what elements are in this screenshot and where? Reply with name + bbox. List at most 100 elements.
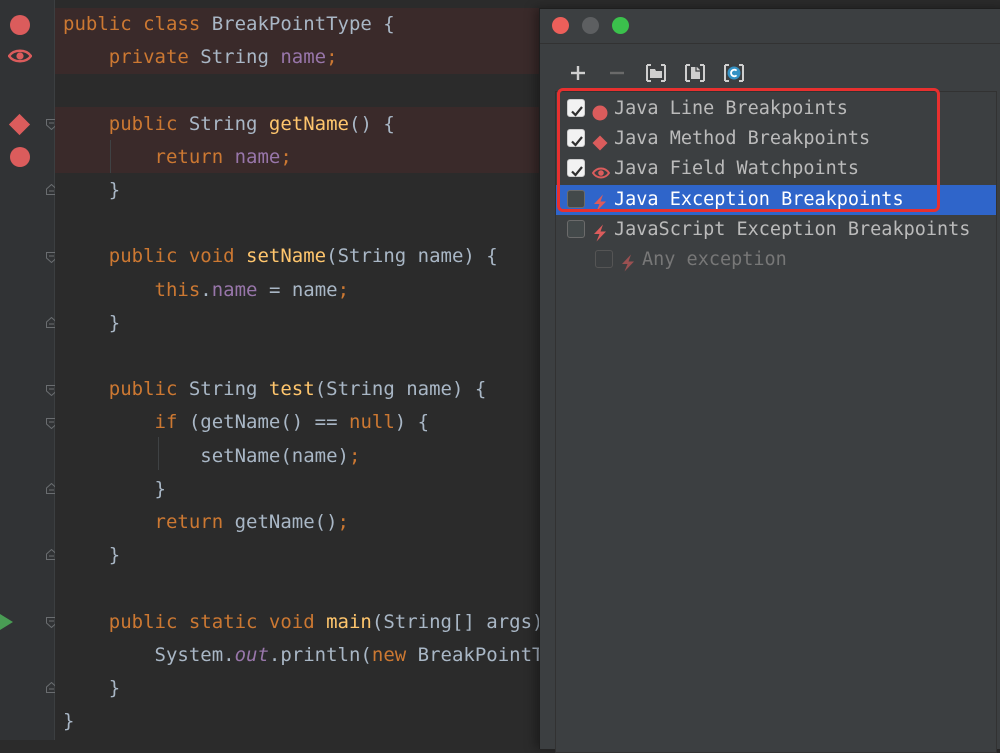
code-token: ; [348, 444, 361, 467]
dialog-toolbar [540, 55, 1000, 91]
code-token: public [108, 112, 189, 135]
code-token: ; [326, 46, 338, 69]
code-editor[interactable]: public class BreakPointType { private St… [55, 0, 540, 740]
code-token: main [326, 610, 372, 633]
code-token: } [63, 179, 121, 201]
code-token: public void [108, 245, 247, 268]
code-line[interactable]: public class BreakPointType { [63, 8, 395, 41]
code-token: BreakPointType { [211, 13, 395, 35]
code-token: (String[] args) { [371, 610, 540, 633]
editor-gutter[interactable] [0, 0, 57, 740]
file-icon[interactable] [683, 61, 707, 85]
code-token: () { [349, 112, 395, 135]
window-minimize-button[interactable] [582, 17, 599, 34]
code-token: public [108, 378, 189, 401]
code-token: } [63, 544, 121, 567]
code-token: setName [246, 245, 327, 268]
folder-icon[interactable] [644, 61, 668, 85]
code-token: new [371, 643, 418, 666]
code-token: String [200, 46, 281, 69]
code-token: } [63, 311, 121, 334]
code-token: BreakPointType() [417, 643, 540, 666]
code-token: this [154, 278, 201, 301]
dialog-title-bar[interactable] [540, 9, 1000, 44]
plus-icon[interactable] [566, 61, 590, 85]
code-token: null [349, 411, 395, 434]
code-token: name [234, 145, 281, 168]
code-token: . [200, 278, 212, 301]
breakpoint-type-checkbox[interactable] [567, 219, 585, 238]
code-token: getName() [234, 511, 338, 533]
code-line[interactable]: return name; [63, 141, 292, 174]
code-line[interactable]: if (getName() == null) { [63, 406, 430, 439]
minus-icon[interactable] [605, 61, 629, 85]
code-token: .println( [268, 643, 372, 666]
code-line[interactable]: private String name; [63, 41, 338, 74]
breakpoint-type-row[interactable]: Any exception [556, 245, 996, 275]
window-zoom-button[interactable] [612, 17, 629, 34]
code-line[interactable]: } [63, 473, 166, 506]
code-token: if [154, 411, 189, 434]
code-line[interactable]: public void setName(String name) { [63, 240, 498, 273]
breakpoint-type-row[interactable]: JavaScript Exception Breakpoints [556, 215, 996, 245]
code-line[interactable]: } [63, 705, 74, 738]
code-line[interactable]: public String getName() { [63, 108, 395, 141]
line-breakpoint-icon[interactable] [10, 147, 30, 167]
code-line[interactable]: this.name = name; [63, 274, 350, 307]
code-line[interactable]: public String test(String name) { [63, 373, 487, 406]
code-token: ; [280, 145, 292, 168]
code-line[interactable]: public static void main(String[] args) { [63, 606, 540, 639]
code-line[interactable]: } [63, 672, 120, 705]
code-token: (getName() == [188, 411, 349, 434]
code-token: test [268, 378, 315, 401]
code-token: setName(name) [63, 444, 349, 467]
breakpoint-type-label: JavaScript Exception Breakpoints [614, 218, 971, 240]
code-token: ; [337, 511, 349, 533]
code-line[interactable]: return getName(); [63, 506, 349, 539]
code-token: name [280, 46, 327, 69]
code-token: } [63, 710, 75, 733]
code-token: (String name) { [326, 245, 498, 268]
code-token: return [154, 511, 235, 533]
exception-breakpoint-icon [620, 252, 636, 282]
code-token: ; [337, 278, 350, 301]
code-token: private [108, 46, 201, 69]
code-token: String [188, 378, 269, 401]
highlight-annotation-box [557, 88, 940, 212]
breakpoint-type-checkbox[interactable] [595, 250, 613, 268]
code-line[interactable]: } [63, 307, 120, 340]
class-icon[interactable] [722, 61, 746, 85]
run-gutter-icon[interactable] [0, 614, 13, 630]
code-token: out [234, 643, 269, 666]
code-token: System. [63, 643, 235, 666]
method-breakpoint-icon[interactable] [8, 113, 31, 136]
code-token: ) { [394, 411, 430, 434]
code-token: (String name) { [314, 378, 487, 401]
line-breakpoint-icon[interactable] [10, 15, 30, 35]
window-close-button[interactable] [552, 17, 569, 34]
code-token: getName [268, 112, 349, 135]
code-token: = name [257, 278, 338, 301]
code-token: public static void [108, 610, 327, 633]
code-token: } [63, 677, 121, 699]
code-line[interactable]: } [63, 539, 120, 572]
code-token: String [188, 112, 269, 135]
code-token: } [63, 477, 166, 500]
code-token: public class [63, 13, 212, 35]
code-line[interactable]: setName(name); [63, 440, 360, 473]
code-token: return [154, 145, 235, 168]
breakpoint-type-label: Any exception [642, 249, 787, 270]
code-line[interactable]: System.out.println(new BreakPointType() [63, 639, 541, 672]
code-token: name [211, 278, 258, 301]
field-watchpoint-icon[interactable] [8, 48, 32, 64]
code-line[interactable]: } [63, 174, 120, 207]
